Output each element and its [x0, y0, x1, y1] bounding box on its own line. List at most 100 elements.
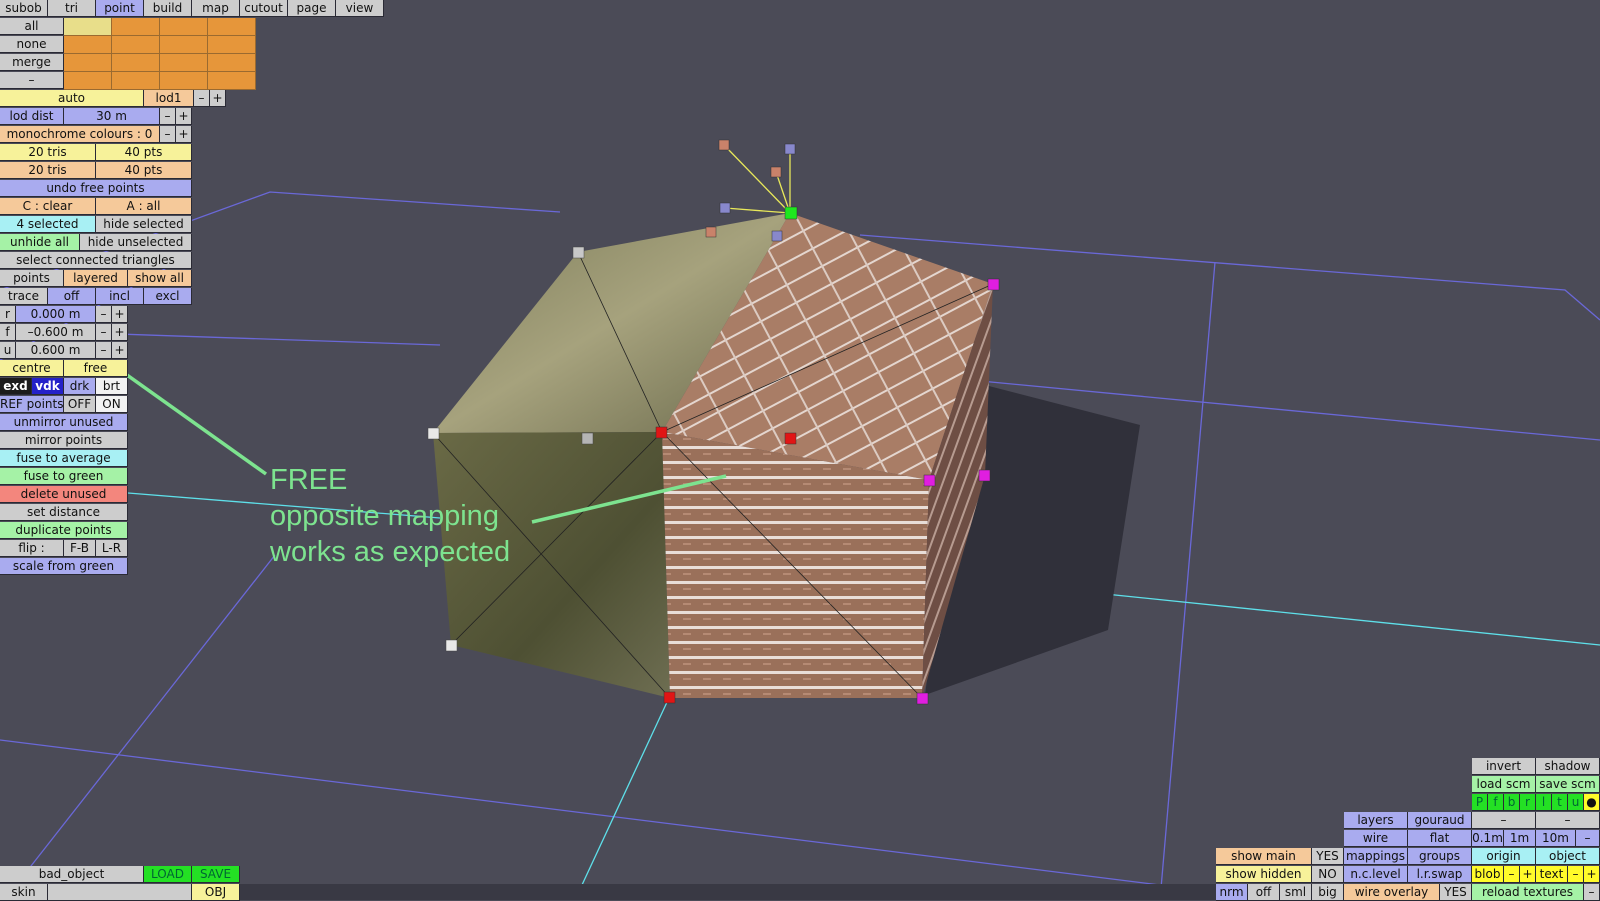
- axis-u-button[interactable]: u: [1568, 794, 1584, 811]
- coord-f-plus-button[interactable]: +: [112, 324, 128, 341]
- wire-overlay-toggle[interactable]: YES: [1440, 884, 1472, 901]
- axis-f-button[interactable]: f: [1488, 794, 1504, 811]
- fuse-to-green-button[interactable]: fuse to green: [0, 468, 128, 485]
- selection-swatch[interactable]: [64, 54, 112, 72]
- selection-swatch[interactable]: [112, 72, 160, 90]
- select-minus-button[interactable]: –: [0, 72, 64, 89]
- shade-vdk-button[interactable]: vdk: [32, 378, 64, 395]
- trace-incl-button[interactable]: incl: [96, 288, 144, 305]
- blob-minus-button[interactable]: –: [1504, 866, 1520, 883]
- axis-t-button[interactable]: t: [1552, 794, 1568, 811]
- unhide-all-button[interactable]: unhide all: [0, 234, 80, 251]
- axis-p-button[interactable]: P: [1472, 794, 1488, 811]
- lod-level-button[interactable]: lod1: [144, 90, 194, 107]
- save-button[interactable]: SAVE: [192, 866, 240, 883]
- blob-plus-button[interactable]: +: [1520, 866, 1536, 883]
- trace-excl-button[interactable]: excl: [144, 288, 192, 305]
- selection-swatch[interactable]: [160, 72, 208, 90]
- viewport-3d[interactable]: [0, 0, 1600, 900]
- axis-r-button[interactable]: r: [1520, 794, 1536, 811]
- select-connected-triangles-button[interactable]: select connected triangles: [0, 252, 192, 269]
- menu-subob[interactable]: subob: [0, 0, 48, 17]
- view-layered-button[interactable]: layered: [64, 270, 128, 287]
- step-minus-button[interactable]: –: [1576, 830, 1600, 847]
- skin-input[interactable]: [48, 884, 192, 901]
- dash-button-2[interactable]: –: [1536, 812, 1600, 829]
- gouraud-button[interactable]: gouraud: [1408, 812, 1472, 829]
- reload-textures-button[interactable]: reload textures: [1472, 884, 1584, 901]
- load-scm-button[interactable]: load scm: [1472, 776, 1536, 793]
- coord-u-minus-button[interactable]: –: [96, 342, 112, 359]
- axis-l-button[interactable]: l: [1536, 794, 1552, 811]
- menu-view[interactable]: view: [336, 0, 384, 17]
- off-button[interactable]: off: [1248, 884, 1280, 901]
- clear-selection-button[interactable]: C : clear: [0, 198, 96, 215]
- wire-button[interactable]: wire: [1344, 830, 1408, 847]
- fuse-to-average-button[interactable]: fuse to average: [0, 450, 128, 467]
- selection-swatch[interactable]: [64, 36, 112, 54]
- lod-dist-minus-button[interactable]: –: [160, 108, 176, 125]
- coord-f-minus-button[interactable]: –: [96, 324, 112, 341]
- origin-button[interactable]: origin: [1472, 848, 1536, 865]
- flip-fb-button[interactable]: F-B: [64, 540, 96, 557]
- mesh-object[interactable]: [432, 213, 994, 699]
- selection-swatch[interactable]: [160, 36, 208, 54]
- selection-swatch[interactable]: [112, 54, 160, 72]
- scale-from-green-button[interactable]: scale from green: [0, 558, 128, 575]
- groups-button[interactable]: groups: [1408, 848, 1472, 865]
- obj-button[interactable]: OBJ: [192, 884, 240, 901]
- save-scm-button[interactable]: save scm: [1536, 776, 1600, 793]
- hide-selected-button[interactable]: hide selected: [96, 216, 192, 233]
- menu-tri[interactable]: tri: [48, 0, 96, 17]
- object-button[interactable]: object: [1536, 848, 1600, 865]
- coord-f-value[interactable]: –0.600 m: [16, 324, 96, 341]
- unmirror-unused-button[interactable]: unmirror unused: [0, 414, 128, 431]
- axis-b-button[interactable]: b: [1504, 794, 1520, 811]
- selection-swatch[interactable]: [64, 72, 112, 90]
- selection-swatch[interactable]: [208, 54, 256, 72]
- select-all-button[interactable]: all: [0, 18, 64, 35]
- selection-swatch[interactable]: [112, 18, 160, 36]
- set-distance-button[interactable]: set distance: [0, 504, 128, 521]
- select-merge-button[interactable]: merge: [0, 54, 64, 71]
- lod-auto-button[interactable]: auto: [0, 90, 144, 107]
- mappings-button[interactable]: mappings: [1344, 848, 1408, 865]
- coord-u-plus-button[interactable]: +: [112, 342, 128, 359]
- text-minus-button[interactable]: –: [1568, 866, 1584, 883]
- shade-brt-button[interactable]: brt: [96, 378, 128, 395]
- show-hidden-toggle[interactable]: NO: [1312, 866, 1344, 883]
- selection-swatch[interactable]: [64, 18, 112, 36]
- coord-r-value[interactable]: 0.000 m: [16, 306, 96, 323]
- nrm-button[interactable]: nrm: [1216, 884, 1248, 901]
- flat-button[interactable]: flat: [1408, 830, 1472, 847]
- lod-minus-button[interactable]: –: [194, 90, 210, 107]
- step-1m-button[interactable]: 1m: [1504, 830, 1536, 847]
- mirror-points-button[interactable]: mirror points: [0, 432, 128, 449]
- step-0-1m-button[interactable]: 0.1m: [1472, 830, 1504, 847]
- lr-swap-button[interactable]: l.r.swap: [1408, 866, 1472, 883]
- load-button[interactable]: LOAD: [144, 866, 192, 883]
- lod-dist-plus-button[interactable]: +: [176, 108, 192, 125]
- selection-swatch[interactable]: [112, 36, 160, 54]
- text-plus-button[interactable]: +: [1584, 866, 1600, 883]
- lod-plus-button[interactable]: +: [210, 90, 226, 107]
- menu-page[interactable]: page: [288, 0, 336, 17]
- layers-button[interactable]: layers: [1344, 812, 1408, 829]
- dash-button-1[interactable]: –: [1472, 812, 1536, 829]
- big-button[interactable]: big: [1312, 884, 1344, 901]
- menu-cutout[interactable]: cutout: [240, 0, 288, 17]
- monochrome-colours-button[interactable]: monochrome colours : 0: [0, 126, 160, 143]
- view-show-all-button[interactable]: show all: [128, 270, 192, 287]
- selection-swatch[interactable]: [208, 36, 256, 54]
- reload-minus-button[interactable]: –: [1584, 884, 1600, 901]
- trace-off-button[interactable]: off: [48, 288, 96, 305]
- select-none-button[interactable]: none: [0, 36, 64, 53]
- delete-unused-button[interactable]: delete unused: [0, 486, 128, 503]
- shadow-button[interactable]: shadow: [1536, 758, 1600, 775]
- ref-points-off-button[interactable]: OFF: [64, 396, 96, 413]
- ref-points-on-button[interactable]: ON: [96, 396, 128, 413]
- selection-swatch[interactable]: [208, 72, 256, 90]
- sml-button[interactable]: sml: [1280, 884, 1312, 901]
- menu-point[interactable]: point: [96, 0, 144, 17]
- coord-r-minus-button[interactable]: –: [96, 306, 112, 323]
